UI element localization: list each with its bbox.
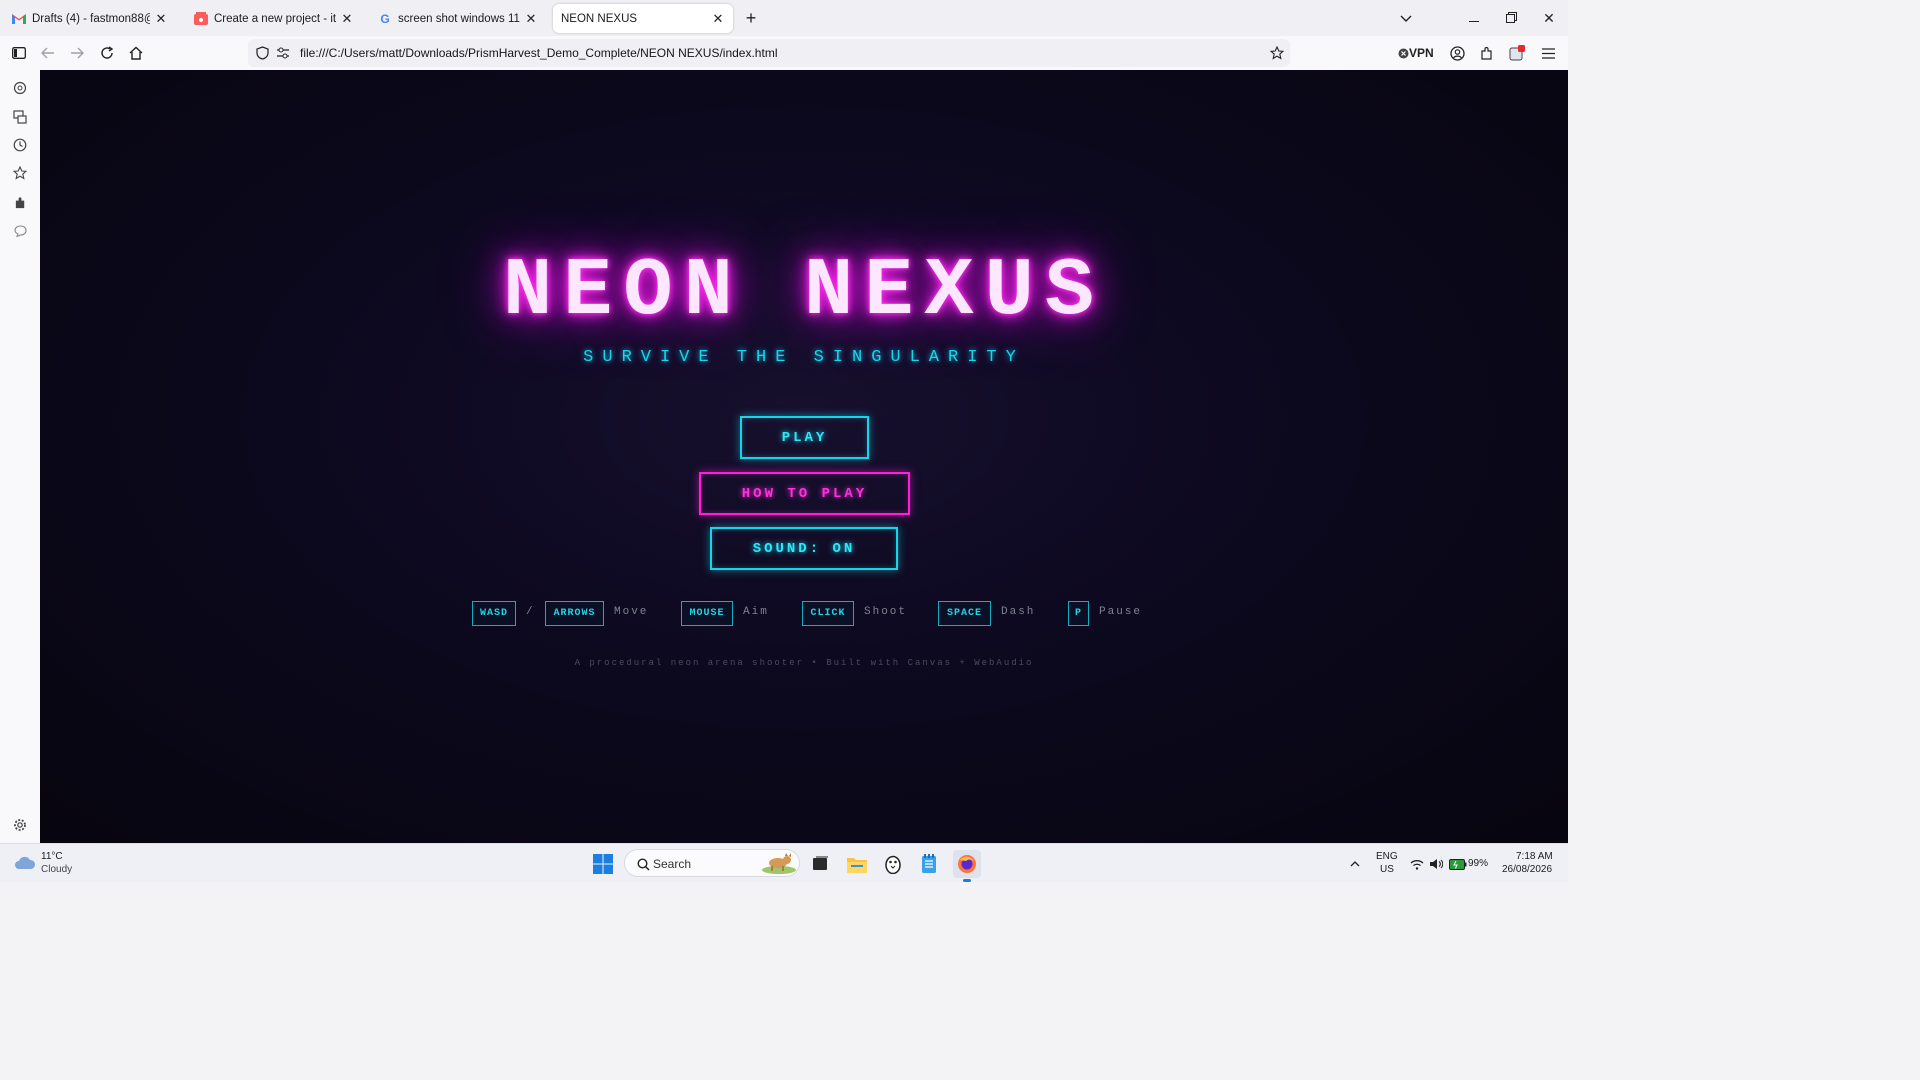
- volume-icon[interactable]: [1424, 852, 1448, 876]
- close-icon[interactable]: ✕: [711, 11, 725, 26]
- game-footer: A procedural neon arena shooter • Built …: [574, 658, 1034, 668]
- firefox-icon[interactable]: [953, 850, 981, 878]
- windows-start-icon[interactable]: [591, 852, 615, 876]
- battery-percent[interactable]: 99%: [1468, 858, 1488, 869]
- how-to-play-button[interactable]: HOW TO PLAY: [699, 472, 910, 515]
- close-window-icon[interactable]: ✕: [1539, 8, 1559, 28]
- tab-title: Drafts (4) - fastmon88@gmail.c: [32, 12, 150, 25]
- tab-google[interactable]: G screen shot windows 11 - Goog ✕: [370, 4, 546, 33]
- game-subtitle: SURVIVE THE SINGULARITY: [583, 348, 1025, 367]
- key-separator: /: [526, 606, 535, 618]
- shield-icon[interactable]: [253, 44, 271, 62]
- key-click: CLICK: [802, 601, 854, 626]
- forward-icon[interactable]: [68, 44, 86, 62]
- bookmark-star-icon[interactable]: [1268, 44, 1286, 62]
- extensions-sidebar-icon[interactable]: [11, 193, 29, 211]
- search-icon: [631, 852, 655, 876]
- settings-gear-icon[interactable]: [11, 816, 29, 834]
- account-icon[interactable]: [1448, 44, 1466, 62]
- file-explorer-icon[interactable]: [845, 852, 869, 876]
- notepad-icon[interactable]: [917, 852, 941, 876]
- bookmarks-icon[interactable]: [11, 164, 29, 182]
- search-placeholder: Search: [653, 857, 692, 871]
- synced-tabs-icon[interactable]: [11, 108, 29, 126]
- active-app-indicator: [963, 879, 971, 882]
- penguin-app-icon[interactable]: [881, 852, 905, 876]
- pause-label: Pause: [1099, 606, 1143, 618]
- play-button[interactable]: PLAY: [740, 416, 869, 459]
- key-space: SPACE: [938, 601, 991, 626]
- restore-icon[interactable]: [1501, 8, 1521, 28]
- dash-label: Dash: [1001, 606, 1036, 618]
- weather-temp[interactable]: 11°C: [41, 851, 63, 862]
- key-wasd: WASD: [472, 601, 516, 626]
- close-icon[interactable]: ✕: [524, 11, 538, 26]
- tab-title: NEON NEXUS: [561, 12, 638, 25]
- close-icon[interactable]: ✕: [340, 11, 354, 26]
- battery-icon[interactable]: [1446, 852, 1470, 876]
- tab-itchio[interactable]: Create a new project - itch.io ✕: [186, 4, 362, 33]
- clock-date[interactable]: 26/08/2026: [1502, 864, 1552, 875]
- address-bar[interactable]: file:///C:/Users/matt/Downloads/PrismHar…: [248, 39, 1290, 67]
- history-icon[interactable]: [11, 136, 29, 154]
- region-label[interactable]: US: [1380, 864, 1394, 875]
- new-tab-icon[interactable]: +: [741, 8, 761, 28]
- page-info-icon[interactable]: [274, 44, 292, 62]
- move-label: Move: [614, 606, 649, 618]
- browser-sidebar: [0, 70, 40, 843]
- tab-list-chevron-icon[interactable]: [1396, 8, 1416, 28]
- clock-time[interactable]: 7:18 AM: [1516, 851, 1553, 862]
- reload-icon[interactable]: [98, 44, 116, 62]
- game-canvas[interactable]: NEON NEXUS SURVIVE THE SINGULARITY PLAY …: [40, 70, 1568, 843]
- ai-chatbot-icon[interactable]: [11, 79, 29, 97]
- windows-taskbar: 11°C Cloudy Search ENG US 99% 7:18 AM 26…: [0, 843, 1568, 882]
- close-icon[interactable]: ✕: [154, 11, 168, 26]
- url-text[interactable]: file:///C:/Users/matt/Downloads/PrismHar…: [300, 46, 777, 60]
- itchio-icon: [194, 12, 208, 26]
- game-title: NEON NEXUS: [502, 245, 1106, 338]
- back-icon[interactable]: [39, 44, 57, 62]
- navigation-bar: file:///C:/Users/matt/Downloads/PrismHar…: [0, 36, 1568, 70]
- sound-toggle-button[interactable]: SOUND: ON: [710, 527, 898, 570]
- gmail-icon: [12, 12, 26, 26]
- task-view-icon[interactable]: [808, 852, 832, 876]
- vpn-label[interactable]: VPN: [1409, 46, 1434, 60]
- key-arrows: ARROWS: [545, 601, 604, 626]
- chat-icon[interactable]: [11, 222, 29, 240]
- menu-icon[interactable]: [1539, 44, 1557, 62]
- weather-cloud-icon[interactable]: [13, 851, 37, 875]
- shoot-label: Shoot: [864, 606, 908, 618]
- google-icon: G: [380, 11, 390, 26]
- language-label[interactable]: ENG: [1376, 851, 1398, 862]
- extensions-icon[interactable]: [1478, 44, 1496, 62]
- taskbar-search[interactable]: Search: [624, 849, 800, 877]
- tab-title: Create a new project - itch.io: [214, 12, 336, 25]
- tab-title: screen shot windows 11 - Goog: [398, 12, 520, 25]
- key-p: P: [1068, 601, 1089, 626]
- tab-gmail[interactable]: Drafts (4) - fastmon88@gmail.c ✕: [4, 4, 176, 33]
- weather-desc[interactable]: Cloudy: [41, 864, 72, 875]
- sidebar-toggle-icon[interactable]: [10, 44, 28, 62]
- search-highlight-image: [761, 853, 797, 874]
- key-mouse: MOUSE: [681, 601, 733, 626]
- tab-neon-nexus[interactable]: NEON NEXUS ✕: [553, 4, 733, 33]
- tab-strip: Drafts (4) - fastmon88@gmail.c ✕ Create …: [0, 0, 1568, 36]
- home-icon[interactable]: [127, 44, 145, 62]
- tray-chevron-up-icon[interactable]: [1343, 852, 1367, 876]
- aim-label: Aim: [743, 606, 769, 618]
- minimize-icon[interactable]: [1464, 8, 1484, 28]
- notifications-icon[interactable]: [1508, 44, 1526, 62]
